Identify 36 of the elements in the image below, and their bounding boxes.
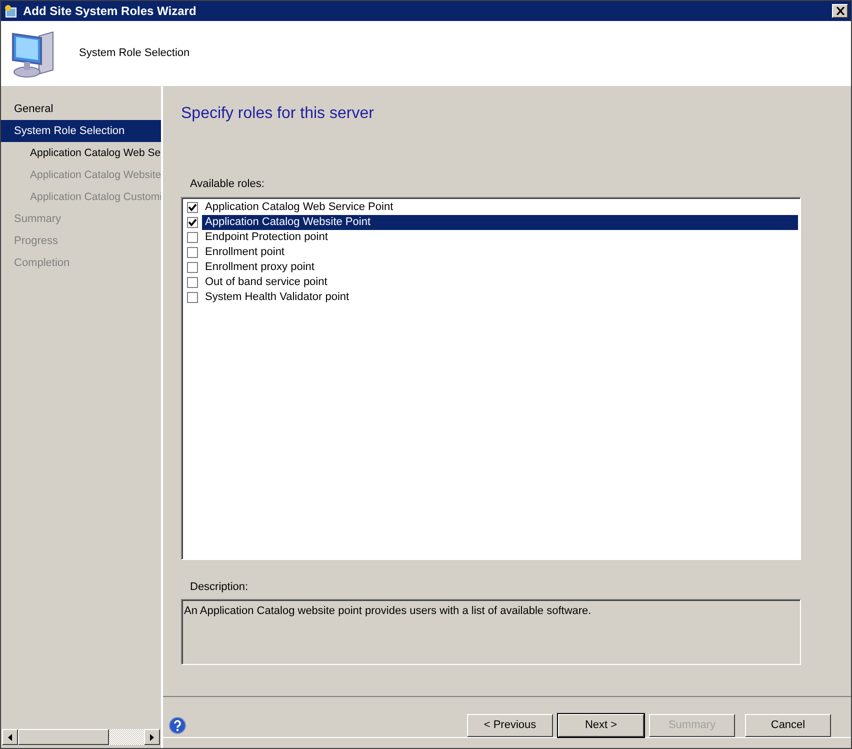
role-item[interactable]: Enrollment point xyxy=(202,244,288,260)
roles-label: Available roles: xyxy=(190,178,264,190)
checkbox[interactable] xyxy=(187,292,198,302)
checkbox[interactable] xyxy=(187,202,198,212)
role-item[interactable]: Application Catalog Website Point xyxy=(202,214,798,230)
roles-list[interactable]: Application Catalog Web Service Point Application Catalog Website Point Endpoint Protection point Enrollment point Enrollment proxy point Out of band service point System Health Validator point xyxy=(181,196,801,560)
checkbox[interactable] xyxy=(187,262,198,272)
scroll-left-button[interactable] xyxy=(2,729,18,745)
checkbox[interactable] xyxy=(187,232,198,242)
role-item[interactable]: System Health Validator point xyxy=(202,290,352,304)
scrollbar-thumb[interactable] xyxy=(18,729,109,745)
nav-item[interactable]: General xyxy=(1,98,161,120)
page-heading: Specify roles for this server xyxy=(181,104,375,124)
checkbox[interactable] xyxy=(187,276,198,288)
right-arrow-icon xyxy=(150,734,154,740)
close-icon xyxy=(836,7,844,15)
left-arrow-icon xyxy=(8,734,12,740)
role-item[interactable]: Application Catalog Web Service Point xyxy=(202,200,396,214)
wizard-button[interactable]: Next > xyxy=(558,714,644,737)
description-label: Description: xyxy=(190,580,248,592)
checkbox[interactable] xyxy=(187,246,198,258)
nav-item[interactable]: Application Catalog Web Se xyxy=(1,142,161,164)
wizard-button[interactable]: Cancel xyxy=(745,714,831,737)
scroll-right-button[interactable] xyxy=(144,729,160,745)
window-title: Add Site System Roles Wizard xyxy=(23,3,198,20)
role-item[interactable]: Out of band service point xyxy=(202,274,330,290)
header-title: System Role Selection xyxy=(79,46,190,62)
close-button[interactable] xyxy=(832,4,848,18)
help-icon[interactable] xyxy=(169,717,186,734)
role-item[interactable]: Enrollment proxy point xyxy=(202,260,318,274)
nav-item[interactable]: System Role Selection xyxy=(1,120,161,142)
wizard-button[interactable]: < Previous xyxy=(467,714,553,737)
description-text: An Application Catalog website point provides users with a list of available software. xyxy=(184,605,592,617)
wizard-icon xyxy=(4,4,19,18)
checkbox[interactable] xyxy=(187,216,198,228)
role-item[interactable]: Endpoint Protection point xyxy=(202,230,331,244)
